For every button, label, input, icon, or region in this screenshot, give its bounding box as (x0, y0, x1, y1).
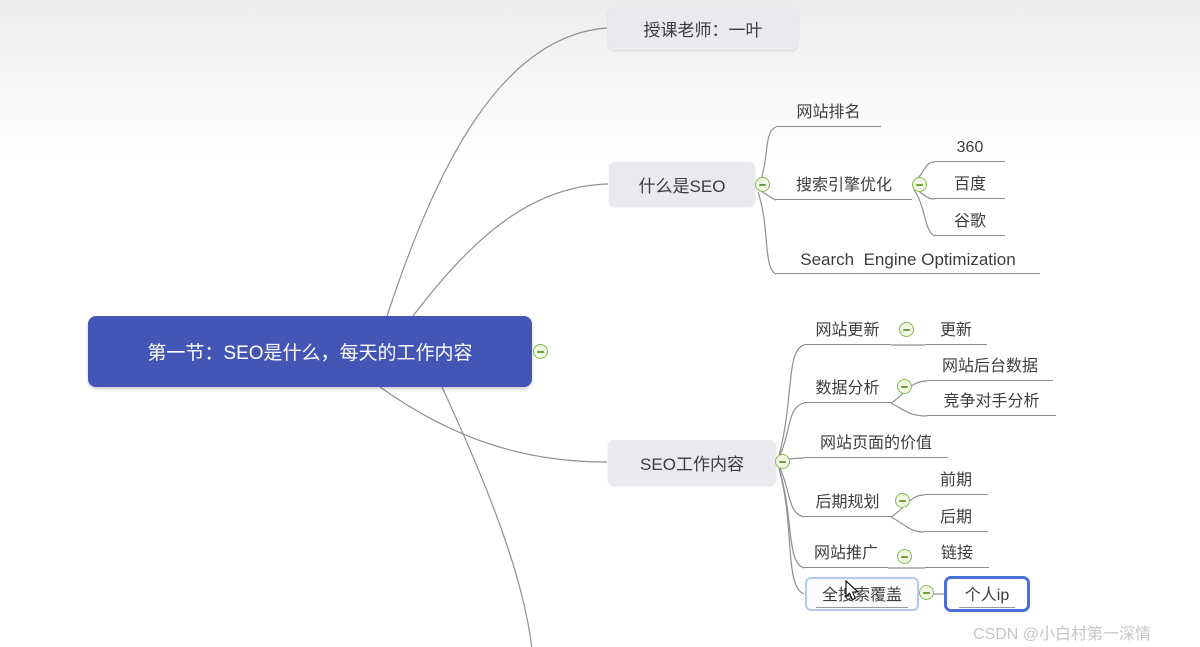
topic-engine-360[interactable]: 360 (935, 136, 1005, 162)
topic-site-update[interactable]: 网站更新 (804, 319, 891, 345)
mouse-cursor-icon (845, 580, 861, 601)
wire-root-seo-work (380, 387, 607, 462)
topic-later-planning[interactable]: 后期规划 (804, 491, 891, 517)
topic-site-ranking[interactable]: 网站排名 (776, 101, 881, 127)
collapse-icon[interactable] (533, 344, 548, 359)
collapse-icon[interactable] (912, 177, 927, 192)
topic-personal-ip-label: 个人ip (959, 581, 1015, 608)
wire-work-full-search (779, 469, 804, 594)
topic-personal-ip[interactable]: 个人ip (944, 576, 1030, 612)
topic-update[interactable]: 更新 (925, 319, 987, 345)
wire-root-teacher (387, 28, 607, 316)
topic-early-stage[interactable]: 前期 (924, 469, 988, 495)
watermark: CSDN @小白村第一深情 (973, 620, 1151, 644)
topic-engine-baidu[interactable]: 百度 (935, 173, 1005, 199)
topic-links[interactable]: 链接 (925, 542, 989, 568)
topic-backend-data[interactable]: 网站后台数据 (927, 355, 1053, 381)
collapse-icon[interactable] (897, 549, 912, 564)
wire-wis-seo-english (758, 192, 776, 274)
topic-search-engine-opt[interactable]: 搜索引擎优化 (776, 174, 912, 200)
collapse-icon[interactable] (895, 493, 910, 508)
topic-site-promotion[interactable]: 网站推广 (804, 542, 888, 568)
topic-what-is-seo-label: 什么是SEO (639, 172, 726, 197)
wire-root-what-is-seo (413, 184, 608, 316)
collapse-icon[interactable] (775, 454, 790, 469)
wire-work-site-promotion (779, 468, 804, 568)
topic-data-analysis[interactable]: 数据分析 (804, 377, 891, 403)
topic-teacher-label: 授课老师：一叶 (644, 16, 763, 41)
topic-full-search-coverage[interactable]: 全搜索覆盖 (805, 577, 919, 611)
topic-engine-google[interactable]: 谷歌 (935, 210, 1005, 236)
root-topic[interactable]: 第一节：SEO是什么，每天的工作内容 (88, 316, 532, 387)
wire-opt-google (914, 190, 935, 236)
wire-lp-later (891, 517, 924, 532)
topic-full-search-coverage-label: 全搜索覆盖 (816, 581, 908, 608)
topic-later-stage[interactable]: 后期 (924, 506, 988, 532)
topic-seo-work-label: SEO工作内容 (640, 450, 744, 475)
topic-teacher[interactable]: 授课老师：一叶 (608, 7, 798, 50)
collapse-icon[interactable] (897, 379, 912, 394)
collapse-icon[interactable] (755, 177, 770, 192)
wire-da-competitor (891, 403, 927, 416)
topic-competitor-analysis[interactable]: 竞争对手分析 (927, 390, 1056, 416)
root-topic-label: 第一节：SEO是什么，每天的工作内容 (147, 338, 472, 365)
topic-page-value[interactable]: 网站页面的价值 (804, 432, 948, 458)
wire-work-later-planning (779, 466, 804, 517)
topic-what-is-seo[interactable]: 什么是SEO (609, 162, 755, 206)
collapse-icon[interactable] (899, 322, 914, 337)
wire-work-data-analysis (779, 403, 804, 458)
wire-work-site-update (779, 345, 804, 456)
topic-seo-english[interactable]: Search Engine Optimization (776, 248, 1040, 274)
collapse-icon[interactable] (919, 585, 934, 600)
wire-root-offscreen (442, 387, 532, 647)
topic-seo-work[interactable]: SEO工作内容 (608, 440, 776, 485)
mindmap-canvas[interactable]: 第一节：SEO是什么，每天的工作内容 授课老师：一叶 什么是SEO 网站排名 搜… (0, 0, 1200, 647)
